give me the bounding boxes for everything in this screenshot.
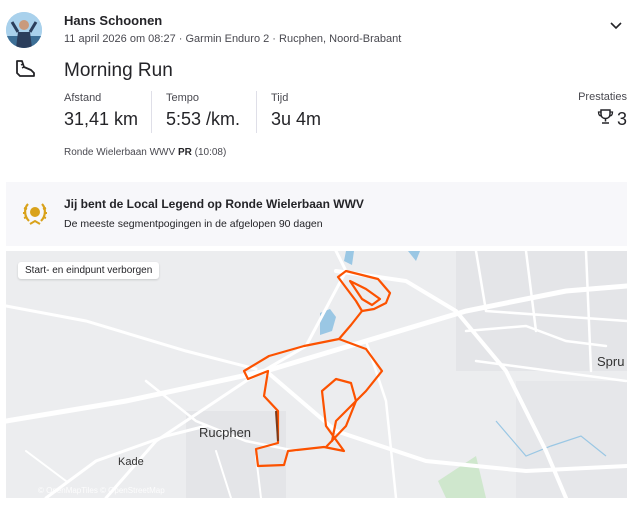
local-legend-title: Jij bent de Local Legend op Ronde Wieler… [64, 197, 364, 211]
achievements-label: Prestaties [578, 91, 627, 103]
segment-name: Ronde Wielerbaan WWV [64, 147, 176, 158]
stat-time-value: 3u 4m [271, 109, 322, 129]
achievements-number: 3 [616, 108, 627, 129]
achievements-count[interactable]: 3 [597, 108, 627, 130]
local-legend-subtitle: De meeste segmentpogingen in de afgelope… [64, 218, 323, 230]
map-label-edge-town: Spru [597, 354, 625, 369]
activity-meta: 11 april 2026 om 08:27 · Garmin Enduro 2… [64, 33, 402, 45]
activity-title: Morning Run [64, 60, 173, 81]
map-label-town: Rucphen [199, 425, 252, 440]
map-privacy-badge: Start- en eindpunt verborgen [18, 262, 160, 279]
segment-time: (10:08) [194, 147, 227, 158]
avatar[interactable] [6, 12, 42, 48]
chevron-down-icon[interactable] [606, 16, 626, 36]
local-legend-card[interactable] [6, 182, 627, 246]
trophy-icon [597, 108, 614, 130]
stat-time-label: Tijd [271, 92, 289, 104]
stat-distance-value: 31,41 km [64, 109, 139, 129]
athlete-name[interactable]: Hans Schoonen [64, 13, 162, 28]
route-map[interactable]: Start- en eindpunt verborgen Rucphen Kad… [6, 251, 627, 498]
map-attribution[interactable]: © OpenMapTiles © OpenStreetMap [38, 486, 165, 495]
map-canvas [6, 251, 627, 498]
stat-pace-value: 5:53 /km. [166, 109, 241, 129]
segment-row[interactable]: Ronde Wielerbaan WWV PR (10:08) [64, 147, 226, 158]
stat-divider [256, 91, 257, 133]
avatar-image [6, 12, 42, 48]
stat-pace-label: Tempo [166, 92, 200, 104]
laurel-icon [20, 200, 50, 228]
stat-divider [151, 91, 152, 133]
stat-distance-label: Afstand [64, 92, 102, 104]
map-label-street: Kade [118, 456, 144, 468]
pr-badge: PR [177, 147, 192, 158]
running-shoe-icon [12, 58, 38, 80]
